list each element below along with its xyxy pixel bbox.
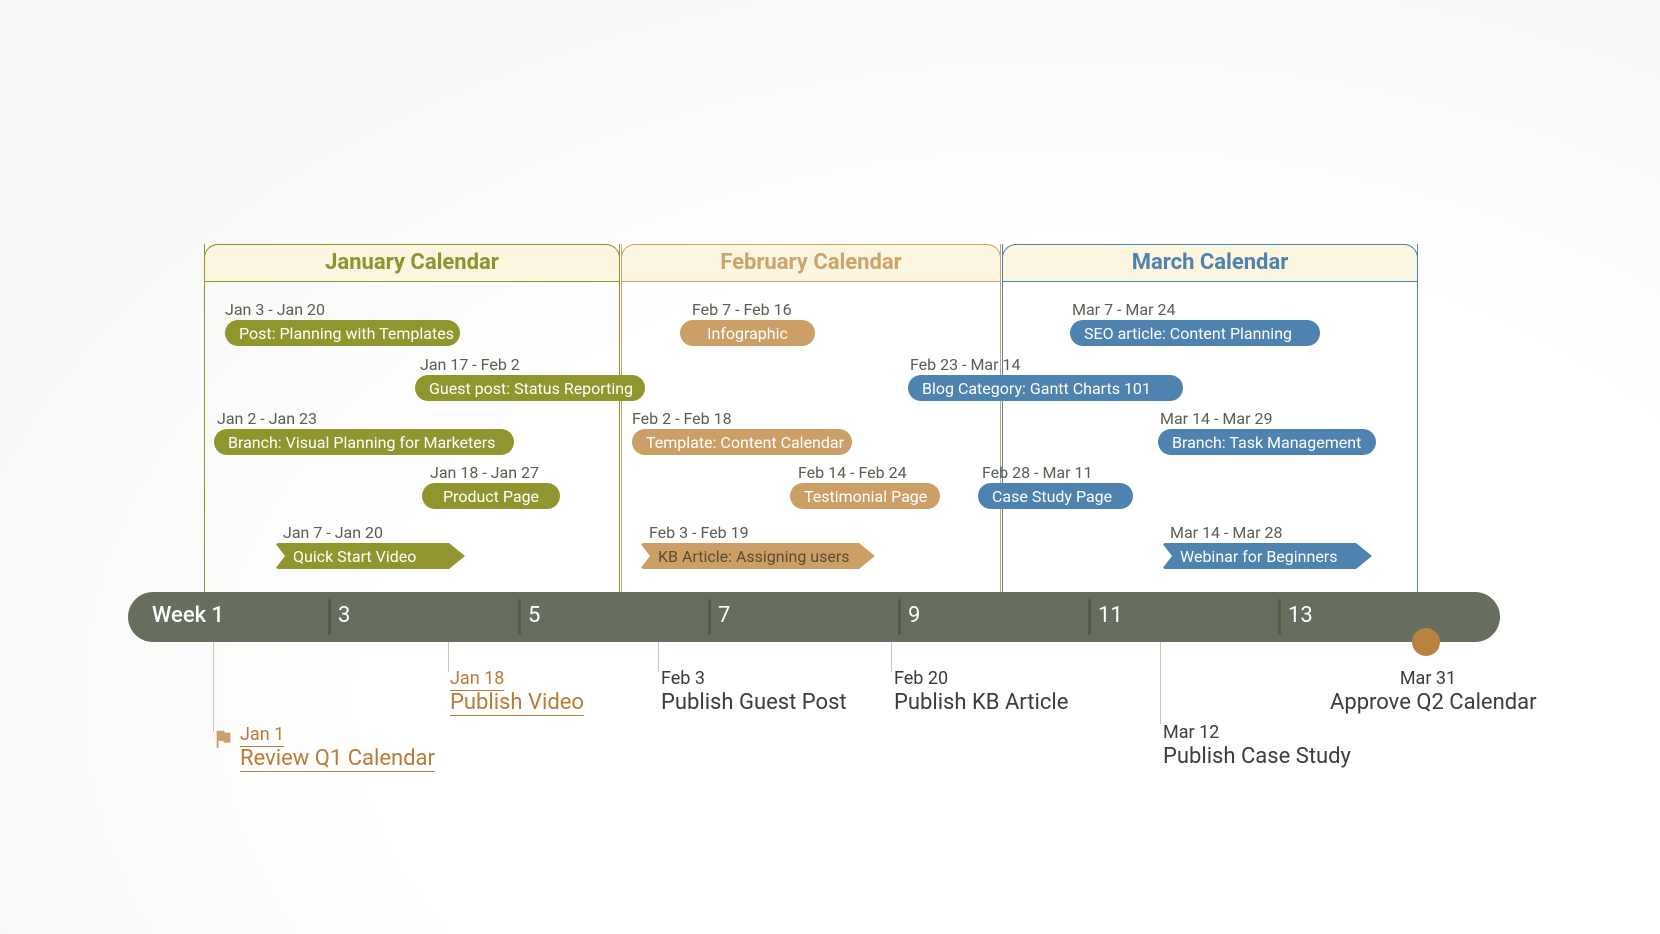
task-label: Infographic [707, 324, 788, 343]
milestone-title[interactable]: Publish KB Article [894, 690, 1068, 715]
milestone-stem [1160, 642, 1161, 724]
milestone-date: Feb 20 [894, 668, 948, 689]
task-label: Webinar for Beginners [1180, 547, 1337, 566]
task-date: Feb 14 - Feb 24 [798, 463, 907, 482]
axis-tick-label: 11 [1098, 603, 1123, 628]
task-date: Jan 18 - Jan 27 [430, 463, 539, 482]
milestone-stem [448, 642, 449, 672]
milestone-title[interactable]: Review Q1 Calendar [240, 746, 435, 771]
task-bar[interactable]: Case Study Page [978, 483, 1133, 509]
task-label: SEO article: Content Planning [1084, 324, 1292, 343]
milestone-stem [658, 642, 659, 672]
task-bar[interactable]: Testimonial Page [790, 483, 940, 509]
milestone-stem [213, 642, 214, 732]
task-label: Testimonial Page [804, 487, 927, 506]
task-date: Jan 3 - Jan 20 [225, 300, 325, 319]
task-bar[interactable]: Guest post: Status Reporting [415, 375, 645, 401]
task-bar[interactable]: Branch: Task Management [1158, 429, 1376, 455]
task-label: Guest post: Status Reporting [429, 379, 633, 398]
axis-tick-label: 7 [718, 603, 730, 628]
milestone-date: Mar 31 [1398, 668, 1458, 689]
task-label: Blog Category: Gantt Charts 101 [922, 379, 1151, 398]
task-bar[interactable]: Blog Category: Gantt Charts 101 [908, 375, 1183, 401]
task-bar[interactable]: Infographic [680, 320, 815, 346]
task-date: Feb 28 - Mar 11 [982, 463, 1093, 482]
task-bar[interactable]: KB Article: Assigning users [640, 543, 875, 569]
timeline-canvas: January Calendar February Calendar March… [0, 0, 1660, 934]
milestone-date: Feb 3 [661, 668, 705, 689]
axis-tick-label: 13 [1288, 603, 1313, 628]
milestone-date: Jan 1 [240, 724, 284, 745]
task-bar[interactable]: Webinar for Beginners [1162, 543, 1372, 569]
timeline-axis: Week 1 3 5 7 9 11 13 [128, 592, 1500, 642]
group-header-january: January Calendar [204, 244, 620, 282]
axis-tick-label: 9 [908, 603, 920, 628]
task-label: Template: Content Calendar [646, 433, 844, 452]
task-label: KB Article: Assigning users [658, 547, 850, 566]
task-date: Jan 17 - Feb 2 [420, 355, 520, 374]
milestone-date: Jan 18 [450, 668, 504, 689]
task-label: Branch: Visual Planning for Marketers [228, 433, 495, 452]
axis-week-label: Week 1 [152, 603, 224, 628]
task-bar[interactable]: SEO article: Content Planning [1070, 320, 1320, 346]
milestone-title[interactable]: Publish Guest Post [661, 690, 847, 715]
task-date: Feb 2 - Feb 18 [632, 409, 732, 428]
task-date: Feb 7 - Feb 16 [692, 300, 792, 319]
task-label: Case Study Page [992, 487, 1112, 506]
task-bar[interactable]: Post: Planning with Templates [225, 320, 460, 346]
axis-tick-label: 3 [338, 603, 350, 628]
task-date: Feb 23 - Mar 14 [910, 355, 1021, 374]
task-bar[interactable]: Branch: Visual Planning for Marketers [214, 429, 514, 455]
task-date: Mar 14 - Mar 28 [1170, 523, 1282, 542]
axis-tick-label: 5 [528, 603, 540, 628]
task-bar[interactable]: Template: Content Calendar [632, 429, 852, 455]
task-date: Jan 2 - Jan 23 [217, 409, 317, 428]
group-header-march: March Calendar [1002, 244, 1418, 282]
milestone-stem [891, 642, 892, 672]
task-date: Mar 7 - Mar 24 [1072, 300, 1175, 319]
milestone-title[interactable]: Publish Case Study [1163, 744, 1351, 769]
task-bar[interactable]: Quick Start Video [275, 543, 465, 569]
group-header-february: February Calendar [621, 244, 1001, 282]
task-bar[interactable]: Product Page [422, 483, 560, 509]
milestone-date: Mar 12 [1163, 722, 1219, 743]
task-label: Branch: Task Management [1172, 433, 1361, 452]
task-date: Feb 3 - Feb 19 [649, 523, 749, 542]
task-date: Jan 7 - Jan 20 [283, 523, 383, 542]
flag-icon [213, 728, 235, 750]
task-label: Quick Start Video [293, 547, 416, 566]
task-label: Post: Planning with Templates [239, 324, 454, 343]
milestone-dot-icon[interactable] [1412, 628, 1440, 656]
task-label: Product Page [443, 487, 539, 506]
milestone-title[interactable]: Publish Video [450, 690, 584, 715]
task-date: Mar 14 - Mar 29 [1160, 409, 1272, 428]
milestone-title[interactable]: Approve Q2 Calendar [1330, 690, 1530, 715]
